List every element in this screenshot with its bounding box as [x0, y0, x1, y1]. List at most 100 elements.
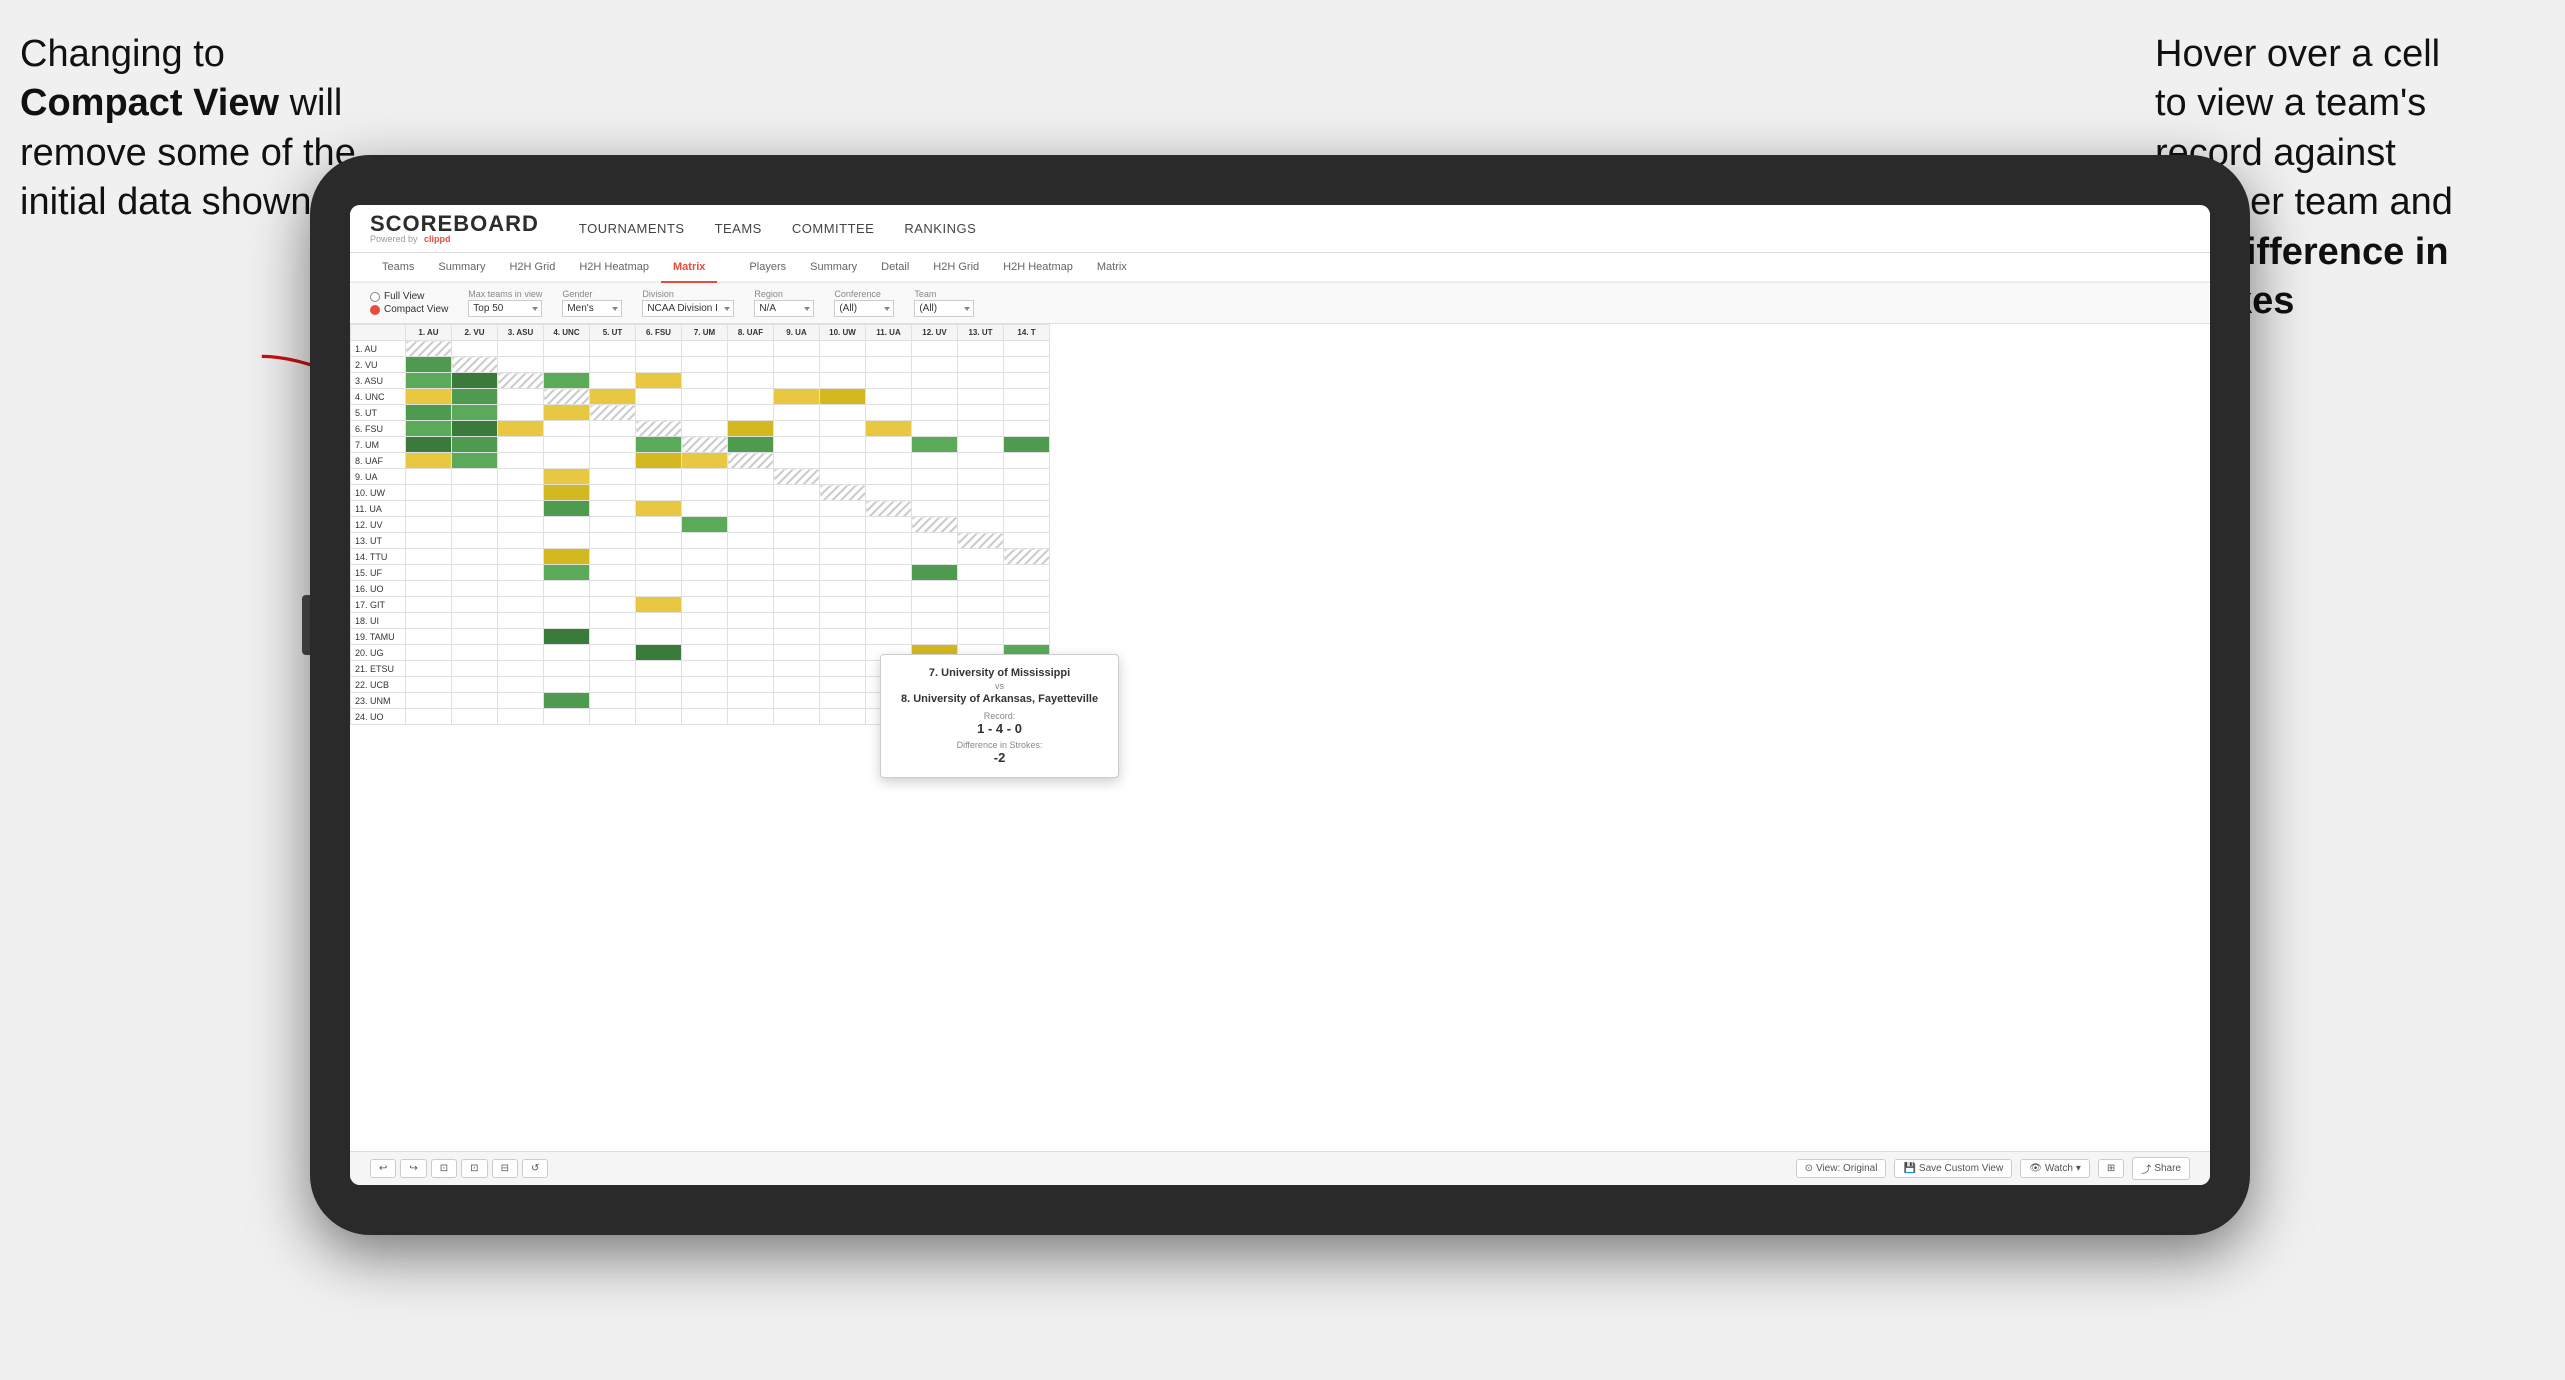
matrix-cell[interactable] [728, 373, 774, 389]
toolbar-btn5[interactable]: ⊟ [492, 1159, 518, 1178]
matrix-cell[interactable] [452, 453, 498, 469]
matrix-cell[interactable] [498, 421, 544, 437]
matrix-cell[interactable] [820, 421, 866, 437]
matrix-cell[interactable] [406, 469, 452, 485]
matrix-cell[interactable] [452, 677, 498, 693]
matrix-cell[interactable] [406, 581, 452, 597]
sub-nav-h2h-grid2[interactable]: H2H Grid [921, 253, 991, 283]
sub-nav-h2h-grid1[interactable]: H2H Grid [497, 253, 567, 283]
matrix-cell[interactable] [544, 581, 590, 597]
matrix-cell[interactable] [958, 613, 1004, 629]
matrix-cell[interactable] [866, 453, 912, 469]
matrix-cell[interactable] [636, 517, 682, 533]
matrix-cell[interactable] [728, 357, 774, 373]
sub-nav-h2h-heatmap1[interactable]: H2H Heatmap [567, 253, 661, 283]
matrix-cell[interactable] [682, 485, 728, 501]
matrix-cell[interactable] [820, 469, 866, 485]
matrix-cell[interactable] [498, 709, 544, 725]
matrix-cell[interactable] [728, 389, 774, 405]
matrix-cell[interactable] [774, 645, 820, 661]
matrix-cell[interactable] [498, 581, 544, 597]
matrix-cell[interactable] [682, 597, 728, 613]
matrix-cell[interactable] [820, 693, 866, 709]
matrix-cell[interactable] [636, 341, 682, 357]
toolbar-view-original[interactable]: ⊙ View: Original [1796, 1159, 1887, 1178]
matrix-cell[interactable] [728, 677, 774, 693]
sub-nav-players[interactable]: Players [737, 253, 798, 283]
matrix-cell[interactable] [406, 645, 452, 661]
full-view-radio[interactable]: Full View [370, 291, 448, 302]
matrix-cell[interactable] [1004, 373, 1050, 389]
matrix-cell[interactable] [498, 565, 544, 581]
matrix-cell[interactable] [636, 629, 682, 645]
matrix-cell[interactable] [590, 549, 636, 565]
matrix-cell[interactable] [590, 709, 636, 725]
matrix-cell[interactable] [774, 357, 820, 373]
matrix-cell[interactable] [590, 597, 636, 613]
matrix-cell[interactable] [498, 437, 544, 453]
matrix-cell[interactable] [774, 533, 820, 549]
matrix-cell[interactable] [452, 517, 498, 533]
sub-nav-teams[interactable]: Teams [370, 253, 426, 283]
matrix-cell[interactable] [866, 341, 912, 357]
matrix-cell[interactable] [774, 341, 820, 357]
matrix-cell[interactable] [544, 517, 590, 533]
toolbar-watch[interactable]: 👁 Watch ▾ [2020, 1159, 2090, 1178]
matrix-cell[interactable] [728, 613, 774, 629]
division-select[interactable]: NCAA Division I [642, 300, 734, 317]
matrix-cell[interactable] [406, 453, 452, 469]
matrix-cell[interactable] [590, 389, 636, 405]
matrix-cell[interactable] [406, 517, 452, 533]
matrix-cell[interactable] [636, 501, 682, 517]
matrix-cell[interactable] [544, 405, 590, 421]
sub-nav-summary2[interactable]: Summary [798, 253, 869, 283]
matrix-cell[interactable] [912, 565, 958, 581]
matrix-cell[interactable] [406, 485, 452, 501]
sub-nav-matrix1[interactable]: Matrix [661, 253, 717, 283]
matrix-cell[interactable] [912, 581, 958, 597]
matrix-cell[interactable] [866, 581, 912, 597]
matrix-cell[interactable] [636, 565, 682, 581]
matrix-cell[interactable] [682, 453, 728, 469]
matrix-cell[interactable] [820, 437, 866, 453]
matrix-cell[interactable] [406, 421, 452, 437]
matrix-cell[interactable] [1004, 517, 1050, 533]
matrix-cell[interactable] [590, 341, 636, 357]
matrix-cell[interactable] [590, 501, 636, 517]
matrix-cell[interactable] [912, 485, 958, 501]
matrix-cell[interactable] [820, 533, 866, 549]
matrix-cell[interactable] [820, 453, 866, 469]
matrix-cell[interactable] [590, 405, 636, 421]
matrix-cell[interactable] [728, 485, 774, 501]
matrix-cell[interactable] [1004, 437, 1050, 453]
matrix-cell[interactable] [728, 629, 774, 645]
matrix-cell[interactable] [452, 405, 498, 421]
matrix-cell[interactable] [958, 485, 1004, 501]
matrix-cell[interactable] [820, 709, 866, 725]
matrix-cell[interactable] [774, 549, 820, 565]
matrix-cell[interactable] [866, 613, 912, 629]
matrix-cell[interactable] [406, 389, 452, 405]
matrix-cell[interactable] [728, 453, 774, 469]
matrix-cell[interactable] [406, 709, 452, 725]
max-teams-select[interactable]: Top 50 [468, 300, 542, 317]
nav-rankings[interactable]: RANKINGS [904, 221, 976, 236]
matrix-cell[interactable] [636, 421, 682, 437]
matrix-cell[interactable] [406, 613, 452, 629]
matrix-cell[interactable] [452, 485, 498, 501]
matrix-cell[interactable] [774, 517, 820, 533]
matrix-cell[interactable] [1004, 341, 1050, 357]
matrix-cell[interactable] [774, 597, 820, 613]
matrix-cell[interactable] [498, 661, 544, 677]
matrix-cell[interactable] [636, 469, 682, 485]
matrix-cell[interactable] [820, 677, 866, 693]
matrix-cell[interactable] [958, 437, 1004, 453]
matrix-cell[interactable] [636, 357, 682, 373]
matrix-scroll[interactable]: 1. AU 2. VU 3. ASU 4. UNC 5. UT 6. FSU 7… [350, 324, 2210, 1151]
nav-teams[interactable]: TEAMS [715, 221, 762, 236]
matrix-cell[interactable] [1004, 421, 1050, 437]
matrix-cell[interactable] [544, 661, 590, 677]
matrix-cell[interactable] [498, 357, 544, 373]
matrix-cell[interactable] [590, 373, 636, 389]
matrix-cell[interactable] [498, 341, 544, 357]
